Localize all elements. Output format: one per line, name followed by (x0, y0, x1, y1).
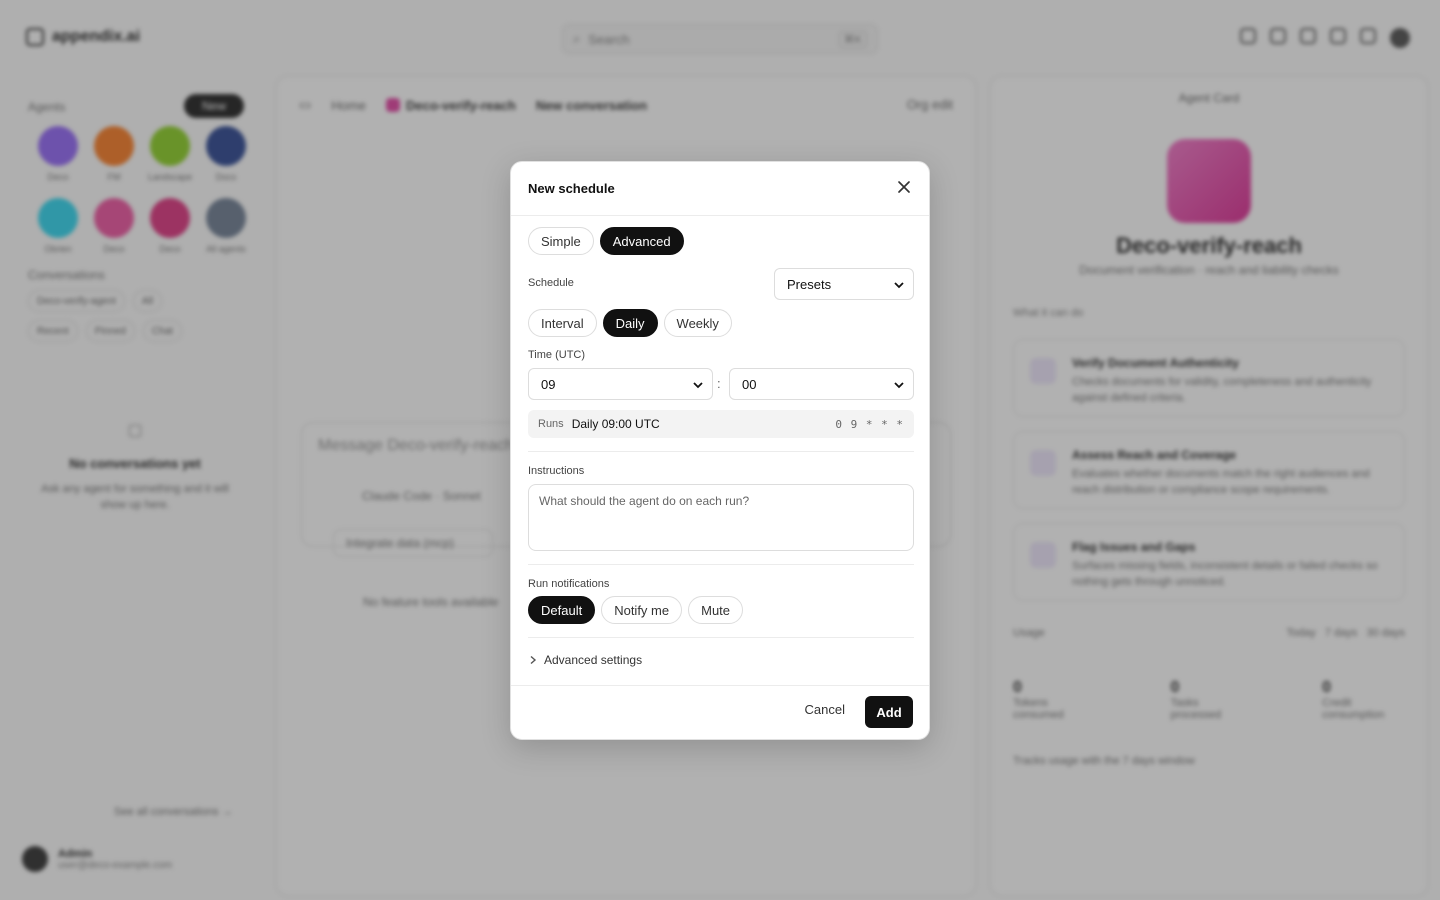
frequency-tabs: Interval Daily Weekly (528, 309, 732, 337)
runs-value: Daily 09:00 UTC (571, 417, 660, 431)
notifications-label: Run notifications (528, 578, 610, 590)
tab-weekly[interactable]: Weekly (663, 309, 732, 337)
divider (528, 564, 914, 565)
time-label: Time (UTC) (528, 349, 586, 361)
divider (528, 451, 914, 452)
hour-value: 09 (541, 376, 556, 392)
tab-simple[interactable]: Simple (528, 227, 594, 255)
cron-expression: 0 9 * * * (835, 417, 904, 431)
tab-default[interactable]: Default (528, 596, 596, 624)
advanced-settings-label: Advanced settings (544, 653, 643, 667)
chevron-down-icon (894, 282, 904, 289)
divider (528, 637, 914, 638)
close-icon[interactable] (895, 178, 913, 196)
runs-summary: Runs Daily 09:00 UTC 0 9 * * * (528, 410, 914, 438)
dialog-title: New schedule (528, 181, 615, 196)
notification-tabs: Default Notify me Mute (528, 596, 744, 624)
tab-notify-me[interactable]: Notify me (601, 596, 683, 624)
presets-select[interactable]: Presets (774, 268, 914, 300)
mode-tabs: Simple Advanced (528, 227, 684, 255)
tab-daily[interactable]: Daily (602, 309, 658, 337)
dialog-footer: Cancel Add (511, 685, 929, 739)
schedule-label: Schedule (528, 277, 574, 289)
instructions-textarea[interactable]: What should the agent do on each run? (528, 484, 914, 551)
runs-label: Runs (538, 418, 564, 430)
minute-value: 00 (742, 376, 757, 392)
tab-mute[interactable]: Mute (688, 596, 744, 624)
chevron-down-icon (693, 382, 703, 389)
instructions-label: Instructions (528, 465, 585, 477)
chevron-down-icon (894, 382, 904, 389)
tab-interval[interactable]: Interval (528, 309, 597, 337)
advanced-settings-toggle[interactable]: Advanced settings (528, 653, 642, 667)
hour-select[interactable]: 09 (528, 368, 713, 400)
time-separator: : (717, 376, 721, 391)
chevron-right-icon (530, 655, 537, 665)
presets-value: Presets (787, 276, 832, 292)
minute-select[interactable]: 00 (729, 368, 914, 400)
cancel-button[interactable]: Cancel (805, 702, 845, 717)
add-button[interactable]: Add (865, 696, 913, 728)
new-schedule-dialog: New schedule Simple Advanced Schedule Pr… (510, 161, 930, 740)
tab-advanced[interactable]: Advanced (599, 227, 684, 255)
dialog-header: New schedule (511, 162, 929, 216)
